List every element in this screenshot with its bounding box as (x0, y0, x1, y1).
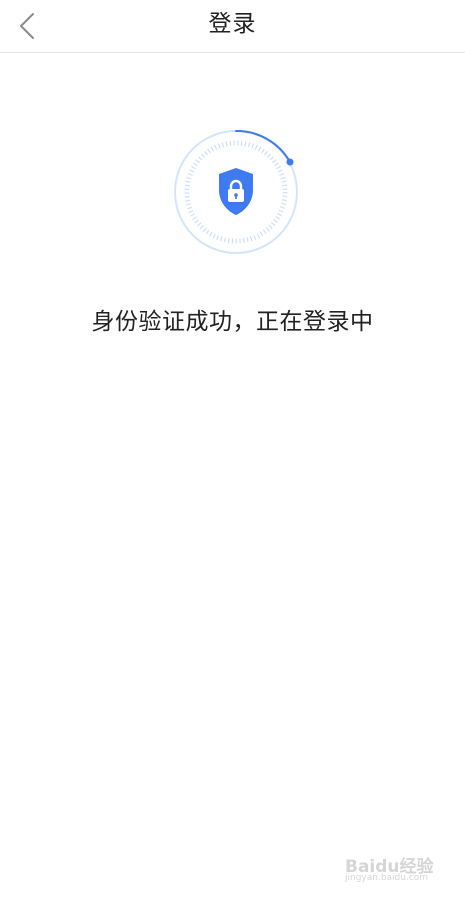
verification-indicator (170, 126, 302, 258)
progress-dot (286, 158, 294, 166)
status-message: 身份验证成功，正在登录中 (91, 309, 374, 335)
progress-arc (235, 129, 291, 163)
page-title: 登录 (208, 11, 257, 37)
shield-lock-icon (219, 168, 253, 215)
watermark-url: jingyan.baidu.com (345, 873, 429, 883)
nav-bar: 登录 (0, 0, 465, 53)
watermark: Baidu经验 jingyan.baidu.com (345, 852, 437, 886)
